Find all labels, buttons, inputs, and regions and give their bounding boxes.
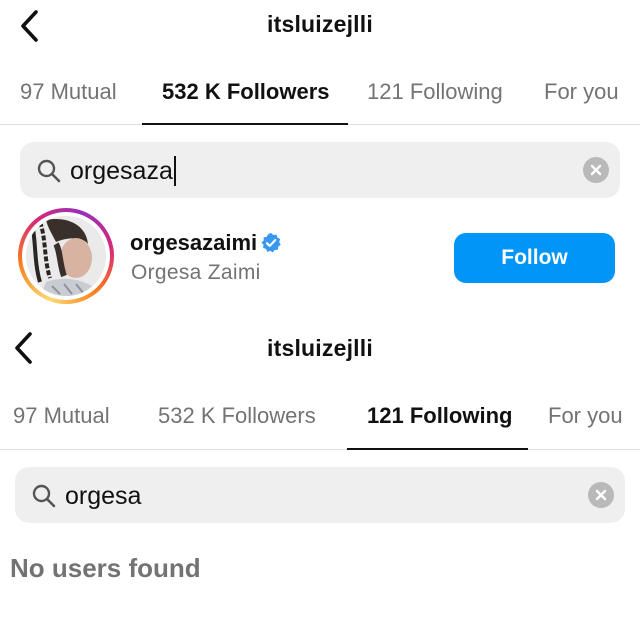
search-input[interactable]: orgesaza [70,156,176,186]
verified-badge-icon [261,232,281,253]
tab-followers[interactable]: 532 K Followers [158,403,316,429]
result-full-name: Orgesa Zaimi [131,261,261,284]
clear-search-button[interactable] [588,482,614,508]
search-bar[interactable]: orgesa [15,467,625,523]
profile-username: itsluizejlli [267,335,373,361]
result-username[interactable]: orgesazaimi [130,230,257,256]
follow-button[interactable]: Follow [454,233,615,283]
clear-search-button[interactable] [583,157,609,183]
avatar [26,216,106,296]
clear-icon [595,489,607,501]
search-input-value: orgesa [65,481,142,510]
search-icon [37,159,61,183]
search-input[interactable]: orgesa [65,481,141,511]
tab-followers[interactable]: 532 K Followers [162,79,330,105]
avatar-story-ring[interactable] [18,208,114,304]
following-panel-top: itsluizejlli 97 Mutual 532 K Followers 1… [0,0,640,315]
tab-following[interactable]: 121 Following [367,403,512,429]
active-tab-indicator [142,123,348,125]
search-icon [32,484,56,508]
empty-results-message: No users found [10,553,201,583]
following-panel-bottom: itsluizejlli 97 Mutual 532 K Followers 1… [0,315,640,640]
search-input-value: orgesaza [70,156,173,185]
profile-photo [26,216,106,296]
tab-following[interactable]: 121 Following [367,79,503,105]
profile-username: itsluizejlli [267,11,373,37]
search-bar[interactable]: orgesaza [20,142,620,198]
clear-icon [590,164,602,176]
tab-for-you[interactable]: For you [548,403,623,429]
tabs-divider [0,449,640,450]
text-cursor [173,156,176,186]
active-tab-indicator [347,448,528,450]
tab-mutual[interactable]: 97 Mutual [20,79,117,105]
tab-mutual[interactable]: 97 Mutual [13,403,110,429]
tab-for-you[interactable]: For you [544,79,619,105]
